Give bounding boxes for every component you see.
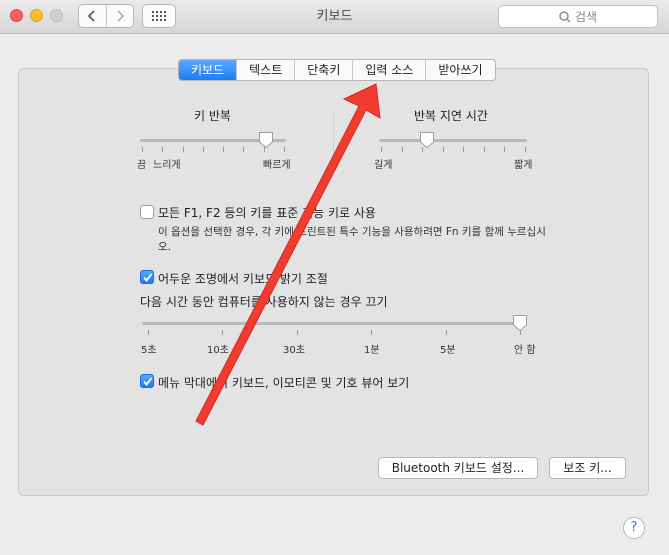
timeout-label-30s: 30초 xyxy=(283,345,305,356)
menu-bar-viewer-label: 메뉴 막대에서 키보드, 이모티콘 및 기호 뷰어 보기 xyxy=(158,376,410,390)
back-button[interactable] xyxy=(79,5,106,27)
checkmark-icon xyxy=(143,377,153,386)
repeat-delay-long-label: 길게 xyxy=(374,160,393,171)
slider-tick xyxy=(202,147,204,152)
slider-tick xyxy=(463,147,465,152)
key-repeat-title: 키 반복 xyxy=(194,109,231,123)
slider-tick xyxy=(371,330,373,335)
tab-input-sources[interactable]: 입력 소스 xyxy=(352,60,425,80)
timeout-label-never: 안 함 xyxy=(514,345,536,356)
forward-button[interactable] xyxy=(105,5,133,27)
slider-tick xyxy=(142,147,143,152)
menu-bar-viewer-checkbox[interactable] xyxy=(140,374,154,388)
tab-dictation[interactable]: 받아쓰기 xyxy=(425,60,494,80)
slider-tick xyxy=(525,147,526,152)
slider-tick xyxy=(442,147,444,152)
timeout-label-1m: 1분 xyxy=(364,345,380,356)
search-field[interactable]: 검색 xyxy=(498,5,658,28)
zoom-button[interactable] xyxy=(50,9,63,22)
key-repeat-fast-label: 빠르게 xyxy=(263,160,291,171)
slider-tick xyxy=(148,330,149,335)
key-repeat-knob[interactable] xyxy=(258,131,274,149)
slider-tick xyxy=(445,330,447,335)
slider-separator xyxy=(333,112,334,172)
slider-tick xyxy=(296,330,298,335)
slider-tick xyxy=(401,147,403,152)
show-all-button[interactable] xyxy=(142,4,176,28)
help-button[interactable]: ? xyxy=(623,517,645,539)
backlight-checkbox[interactable] xyxy=(140,270,154,284)
slider-tick xyxy=(243,147,245,152)
minimize-button[interactable] xyxy=(30,9,43,22)
key-repeat-off-label: 끔 xyxy=(137,160,147,171)
repeat-delay-knob[interactable] xyxy=(419,131,435,149)
nav-buttons xyxy=(78,4,134,28)
backlight-label: 어두운 조명에서 키보드 밝기 조절 xyxy=(158,272,328,286)
key-repeat-slow-label: 느리게 xyxy=(153,160,181,171)
checkmark-icon xyxy=(143,273,153,282)
tab-bar: 키보드 텍스트 단축키 입력 소스 받아쓰기 xyxy=(178,59,496,81)
tab-text[interactable]: 텍스트 xyxy=(236,60,294,80)
repeat-delay-title: 반복 지연 시간 xyxy=(414,109,488,123)
search-placeholder: 검색 xyxy=(574,10,598,24)
chevron-left-icon xyxy=(88,10,96,22)
slider-tick xyxy=(504,147,506,152)
slider-tick xyxy=(222,330,224,335)
bluetooth-keyboard-setup-button[interactable]: Bluetooth 키보드 설정... xyxy=(378,457,538,479)
timeout-label-5m: 5분 xyxy=(440,345,456,356)
fn-keys-checkbox[interactable] xyxy=(140,205,154,219)
modifier-keys-button[interactable]: 보조 키... xyxy=(549,457,626,479)
fn-keys-description-line1: 이 옵션을 선택한 경우, 각 키에 프린트된 특수 기능을 사용하려면 Fn … xyxy=(158,226,546,238)
chevron-right-icon xyxy=(117,10,124,22)
grid-icon xyxy=(152,11,166,21)
repeat-delay-short-label: 짧게 xyxy=(514,160,533,171)
timeout-label-10s: 10초 xyxy=(207,345,229,356)
title-bar: 키보드 검색 xyxy=(0,0,669,34)
tab-keyboard[interactable]: 키보드 xyxy=(179,60,237,80)
slider-tick xyxy=(162,147,164,152)
timeout-label-5s: 5초 xyxy=(141,345,157,356)
slider-tick xyxy=(483,147,485,152)
search-icon xyxy=(559,10,571,22)
backlight-timeout-knob[interactable] xyxy=(512,314,528,332)
slider-tick xyxy=(381,147,382,152)
fn-keys-description-line2: 오. xyxy=(158,241,171,253)
tab-shortcuts[interactable]: 단축키 xyxy=(294,60,352,80)
backlight-timeout-track[interactable] xyxy=(142,322,527,325)
slider-tick xyxy=(284,147,285,152)
fn-keys-label: 모든 F1, F2 등의 키를 표준 기능 키로 사용 xyxy=(158,206,376,220)
repeat-delay-track[interactable] xyxy=(379,139,527,142)
slider-tick xyxy=(223,147,225,152)
backlight-off-title: 다음 시간 동안 컴퓨터를 사용하지 않는 경우 끄기 xyxy=(140,295,388,309)
slider-tick xyxy=(182,147,184,152)
close-button[interactable] xyxy=(10,9,23,22)
